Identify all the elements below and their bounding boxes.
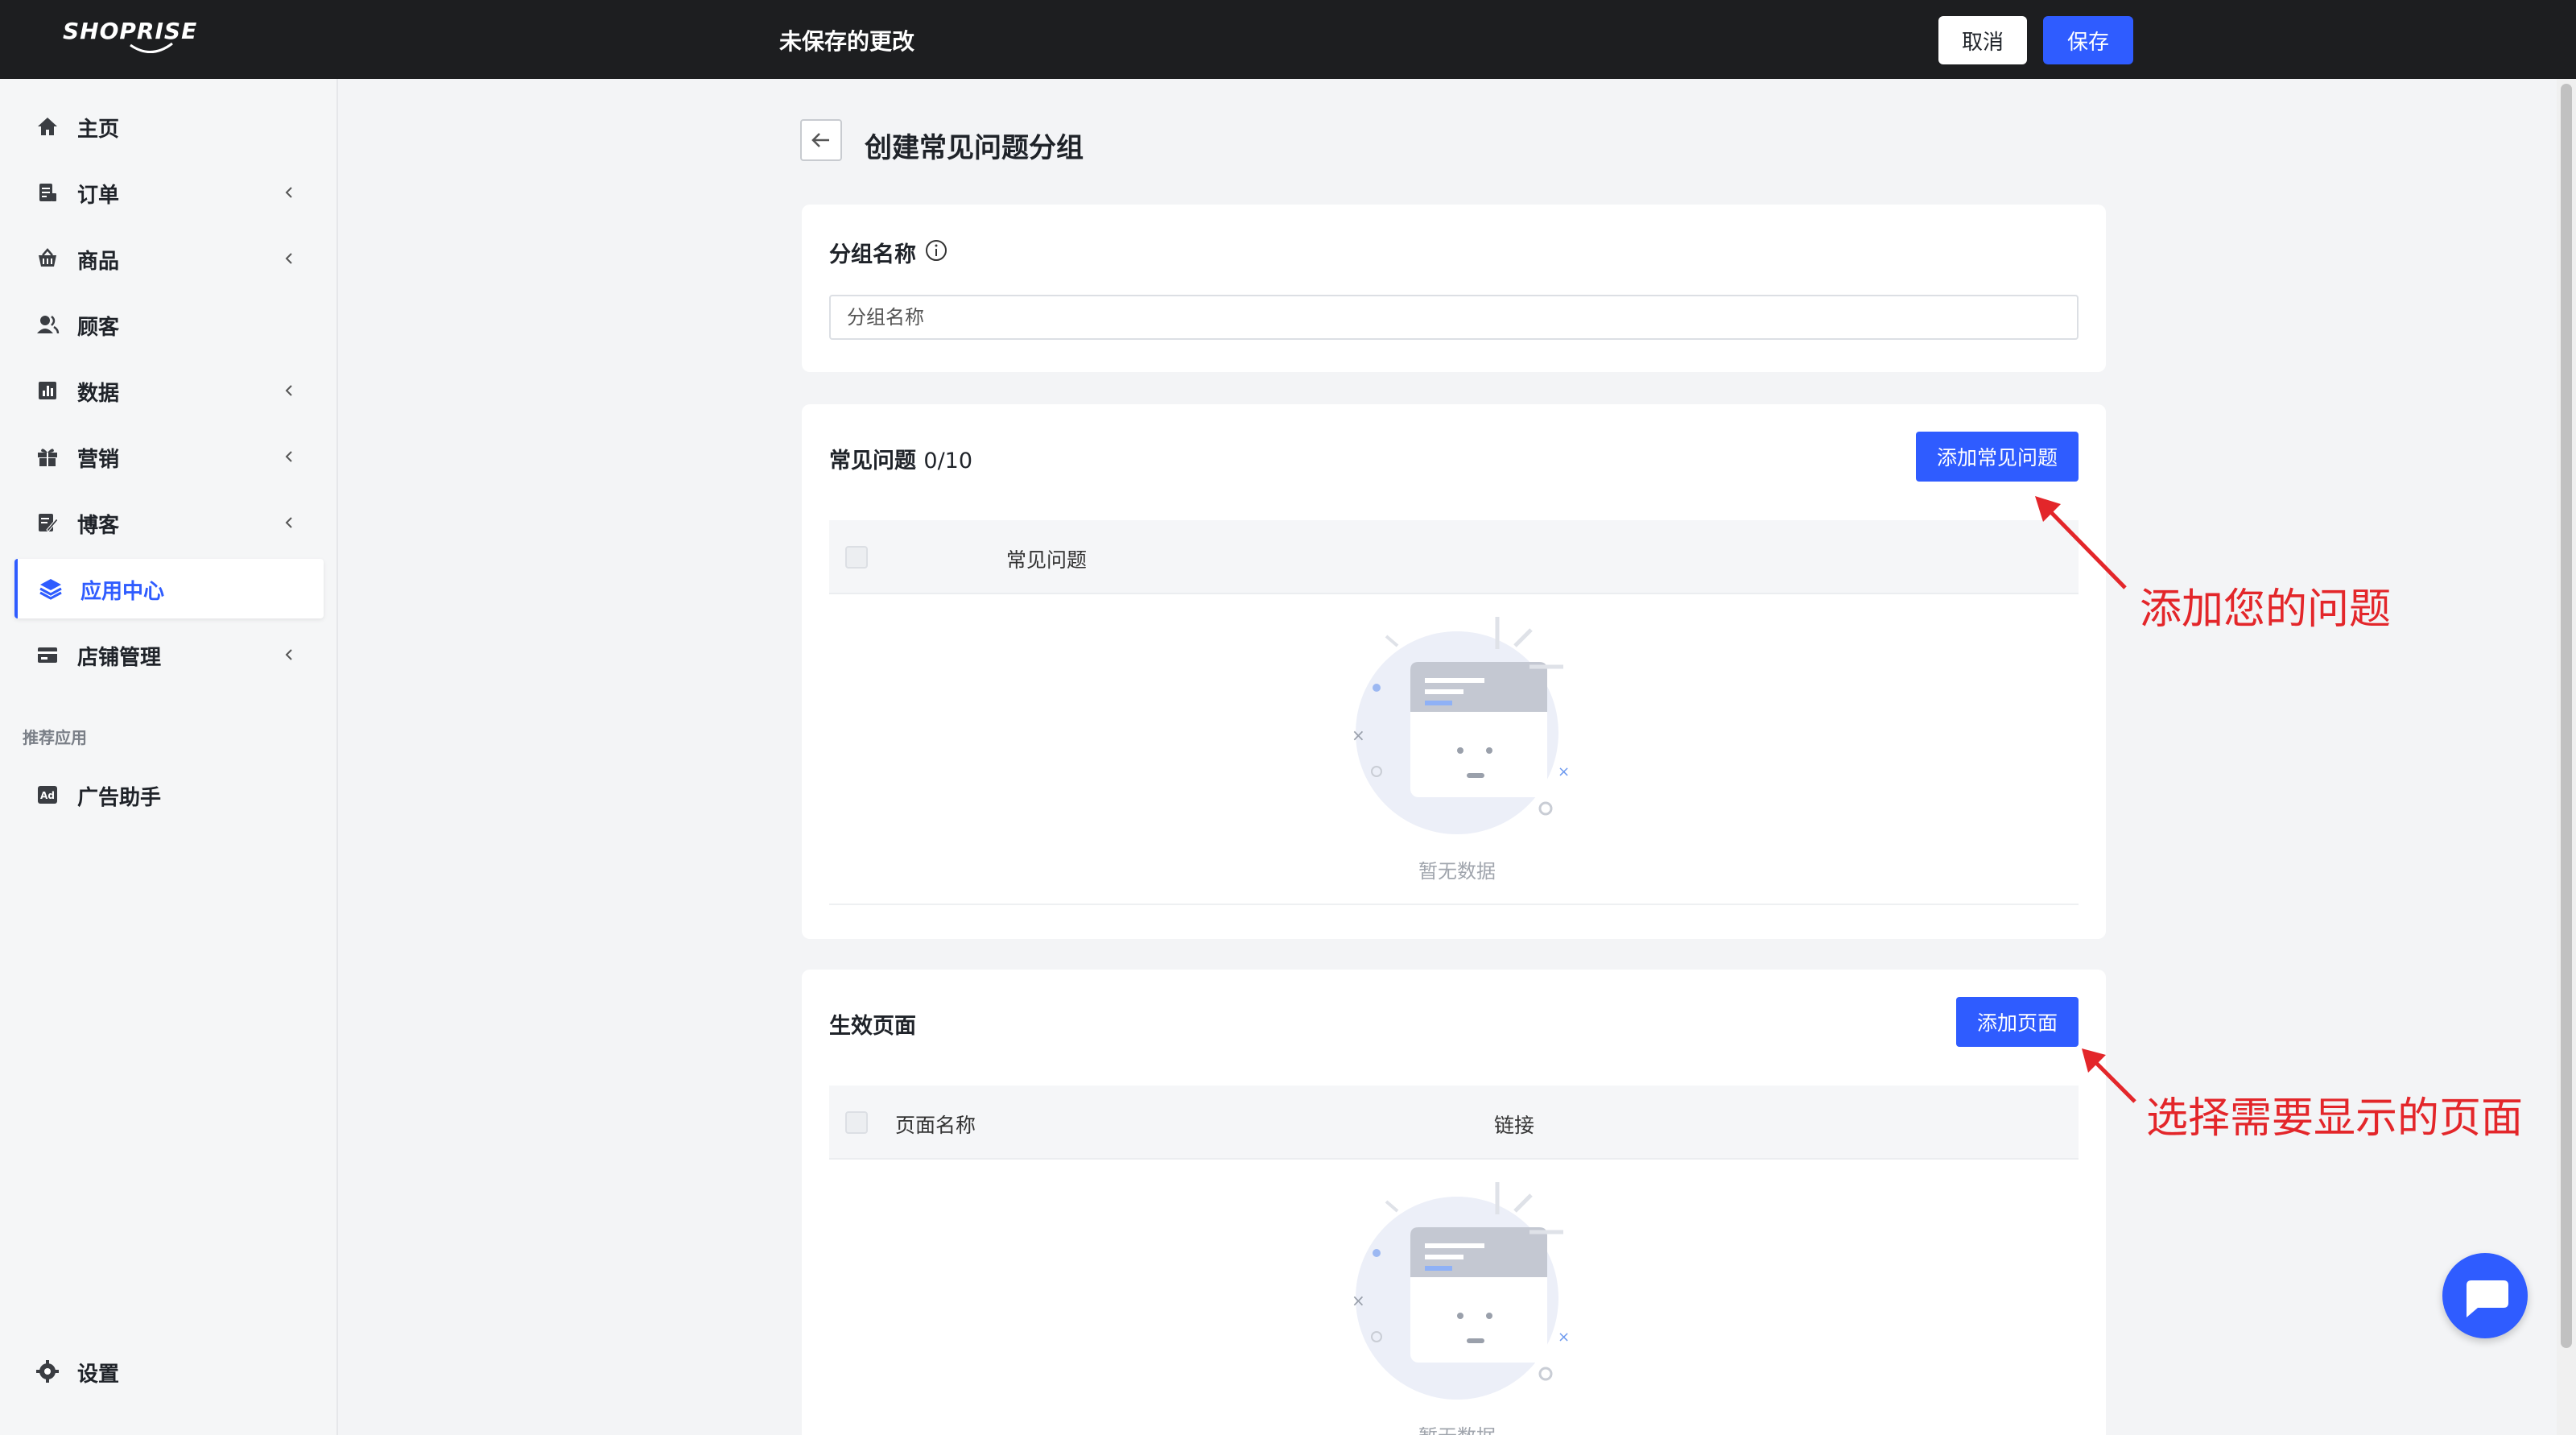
sidebar-item-customers[interactable]: 顾客 xyxy=(14,295,324,354)
chevron-left-icon xyxy=(285,517,292,528)
chevron-left-icon xyxy=(285,253,292,264)
group-name-input[interactable] xyxy=(829,295,2079,340)
select-all-checkbox[interactable] xyxy=(845,546,868,569)
sidebar-item-label: 营销 xyxy=(77,448,120,472)
sidebar-item-label: 应用中心 xyxy=(80,580,165,604)
svg-text:×: × xyxy=(1352,726,1365,745)
sidebar-item-products[interactable]: 商品 xyxy=(14,229,324,288)
sidebar-item-ad-assistant[interactable]: Ad 广告助手 xyxy=(14,765,324,825)
svg-text:Ad: Ad xyxy=(40,790,55,801)
back-button[interactable] xyxy=(800,119,842,161)
sidebar-item-label: 顾客 xyxy=(77,316,120,340)
customer-icon xyxy=(37,316,60,334)
column-header-link: 链接 xyxy=(1494,1114,1535,1137)
chart-icon xyxy=(39,382,56,399)
add-faq-button[interactable]: 添加常见问题 xyxy=(1916,432,2079,482)
sidebar-item-store-management[interactable]: 店铺管理 xyxy=(14,625,324,684)
save-button[interactable]: 保存 xyxy=(2043,16,2133,64)
sidebar-item-label: 广告助手 xyxy=(77,786,162,810)
sidebar-item-blog[interactable]: 博客 xyxy=(14,493,324,552)
blog-icon xyxy=(39,514,59,532)
empty-box-illustration: × × xyxy=(1352,1182,1570,1400)
recommended-apps-label: 推荐应用 xyxy=(23,728,87,747)
info-icon[interactable] xyxy=(924,238,948,263)
logo-text: SHOPRISE xyxy=(63,18,198,44)
chat-bubble-icon xyxy=(2467,1280,2508,1317)
ad-icon: Ad xyxy=(38,786,57,804)
annotation-add-question: 添加您的问题 xyxy=(2140,585,2392,634)
sidebar-item-marketing[interactable]: 营销 xyxy=(14,427,324,486)
page-title: 创建常见问题分组 xyxy=(865,132,1084,164)
effective-pages-label: 生效页面 xyxy=(829,1014,916,1039)
scrollbar-thumb[interactable] xyxy=(2561,84,2572,1348)
shoprise-logo[interactable]: SHOPRISE xyxy=(63,18,198,63)
sidebar-item-label: 数据 xyxy=(77,382,120,406)
svg-text:×: × xyxy=(1558,1329,1570,1346)
sidebar-item-home[interactable]: 主页 xyxy=(14,97,324,156)
chat-button[interactable] xyxy=(2442,1253,2528,1338)
annotation-arrow-icon xyxy=(2035,496,2127,589)
svg-text:×: × xyxy=(1352,1291,1365,1310)
svg-text:×: × xyxy=(1558,763,1570,780)
empty-box-illustration: × × xyxy=(1352,617,1570,834)
sidebar-item-label: 博客 xyxy=(77,514,120,538)
chevron-left-icon xyxy=(285,451,292,462)
sidebar-item-orders[interactable]: 订单 xyxy=(14,163,324,222)
pages-empty-state: × × 暂无数据 xyxy=(1328,1177,1586,1435)
faq-empty-state: × × 暂无数据 xyxy=(1328,612,1586,886)
arrow-left-icon xyxy=(811,133,829,147)
sidebar-item-label: 店铺管理 xyxy=(77,646,162,670)
empty-text: 暂无数据 xyxy=(1418,860,1496,883)
select-all-checkbox[interactable] xyxy=(845,1111,868,1134)
add-page-button[interactable]: 添加页面 xyxy=(1956,997,2079,1047)
chevron-left-icon xyxy=(285,187,292,198)
effective-pages-card: 生效页面 添加页面 页面名称 链接 × × 暂无数据 xyxy=(802,970,2106,1435)
basket-icon xyxy=(39,248,56,267)
chevron-left-icon xyxy=(285,385,292,396)
annotation-select-pages: 选择需要显示的页面 xyxy=(2146,1094,2524,1143)
layers-icon xyxy=(39,579,62,600)
chevron-left-icon xyxy=(285,649,292,660)
store-icon xyxy=(38,647,57,663)
sidebar-item-settings[interactable]: 设置 xyxy=(14,1342,324,1401)
column-header-page-name: 页面名称 xyxy=(895,1114,976,1137)
sidebar: 主页 订单 商品 顾客 数据 营销 博客 应用中心 店铺管理 推荐应用 Ad 广… xyxy=(0,79,338,1435)
pages-table-header: 页面名称 链接 xyxy=(829,1086,2079,1160)
logo-swoosh-icon xyxy=(130,42,173,53)
column-header-faq: 常见问题 xyxy=(1006,548,1088,572)
vertical-scrollbar[interactable] xyxy=(2557,79,2576,1435)
top-bar: SHOPRISE 未保存的更改 取消 保存 xyxy=(0,0,2576,79)
faq-table-header: 常见问题 xyxy=(829,520,2079,594)
gear-icon xyxy=(36,1360,59,1383)
faq-card: 常见问题 0/10 添加常见问题 常见问题 × × 暂无数据 xyxy=(802,404,2106,939)
faq-title: 常见问题 xyxy=(829,449,916,474)
sidebar-item-label: 设置 xyxy=(77,1363,120,1387)
sidebar-item-app-center[interactable]: 应用中心 xyxy=(14,559,324,618)
group-name-label: 分组名称 xyxy=(829,242,916,267)
unsaved-changes-label: 未保存的更改 xyxy=(779,28,915,55)
empty-text: 暂无数据 xyxy=(1328,1421,1586,1435)
annotation-arrow-icon xyxy=(2082,1048,2136,1103)
faq-label: 常见问题 0/10 xyxy=(829,443,972,474)
gift-icon xyxy=(38,449,57,466)
sidebar-item-label: 订单 xyxy=(77,184,120,208)
cancel-button[interactable]: 取消 xyxy=(1938,16,2027,64)
group-name-card: 分组名称 xyxy=(802,205,2106,372)
home-icon xyxy=(38,118,57,135)
sidebar-item-label: 商品 xyxy=(77,250,120,274)
sidebar-item-label: 主页 xyxy=(77,118,120,142)
faq-count: 0/10 xyxy=(923,449,973,474)
sidebar-item-data[interactable]: 数据 xyxy=(14,361,324,420)
table-bottom-divider xyxy=(829,904,2079,905)
order-icon xyxy=(39,184,56,201)
